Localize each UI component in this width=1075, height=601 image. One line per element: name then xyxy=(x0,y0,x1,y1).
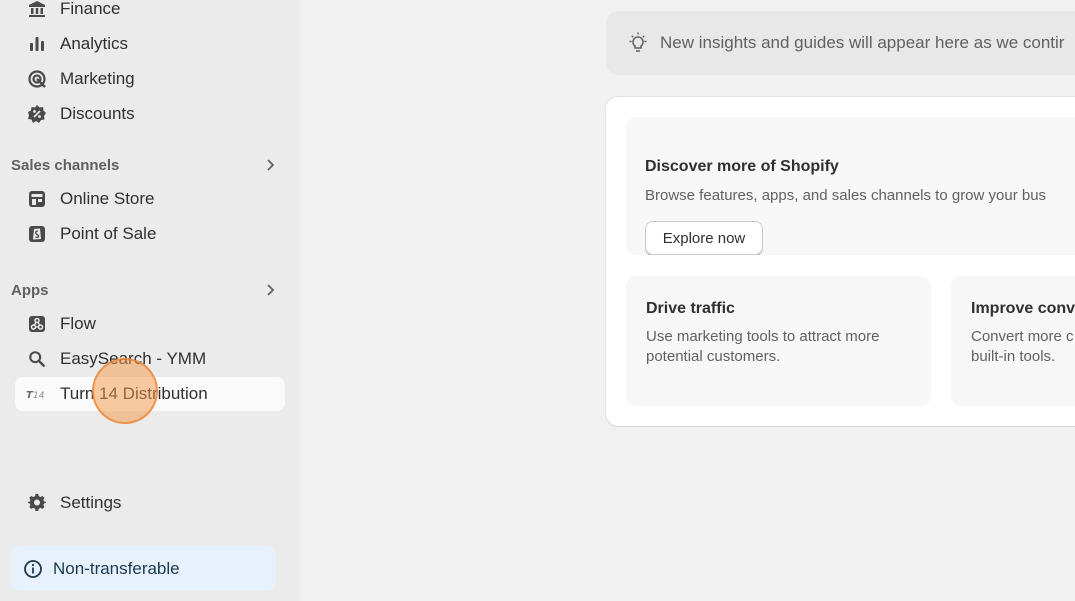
turn14-logo-icon: T 14 xyxy=(26,383,48,405)
sidebar-item-label: EasySearch - YMM xyxy=(60,349,207,368)
sidebar-item-settings[interactable]: Settings xyxy=(15,486,285,520)
discover-title: Discover more of Shopify xyxy=(645,158,839,175)
insights-banner: New insights and guides will appear here… xyxy=(606,11,1075,75)
section-title: Apps xyxy=(11,281,49,299)
banner-label: Non-transferable xyxy=(53,558,180,578)
sales-channels-header[interactable]: Sales channels xyxy=(11,153,283,177)
discover-promo: Discover more of Shopify Browse features… xyxy=(626,117,1075,255)
target-icon xyxy=(26,68,48,90)
search-icon xyxy=(26,348,48,370)
chevron-right-icon[interactable] xyxy=(263,158,277,172)
svg-text:14: 14 xyxy=(33,391,45,401)
info-icon xyxy=(23,559,43,579)
sidebar-item-label: Finance xyxy=(60,0,121,18)
sidebar-item-label: Marketing xyxy=(60,69,135,88)
tile-title: Drive traffic xyxy=(646,300,735,317)
sidebar-item-finance[interactable]: Finance xyxy=(15,0,285,26)
tile-description: Convert more c built-in tools. xyxy=(971,328,1074,365)
tile-title: Improve conv xyxy=(971,300,1075,317)
sidebar-item-discounts[interactable]: Discounts xyxy=(15,97,285,131)
discover-card: Discover more of Shopify Browse features… xyxy=(606,97,1075,426)
sidebar-item-label: Point of Sale xyxy=(60,224,157,243)
sidebar-item-label: Discounts xyxy=(60,104,135,123)
explore-now-button[interactable]: Explore now xyxy=(645,221,763,255)
bank-icon xyxy=(26,0,48,20)
non-transferable-banner[interactable]: Non-transferable xyxy=(10,546,276,591)
store-icon xyxy=(26,188,48,210)
sidebar-item-label: Flow xyxy=(60,314,96,333)
sidebar-item-label: Turn 14 Distribution xyxy=(60,384,208,403)
insights-text: New insights and guides will appear here… xyxy=(660,33,1065,52)
sidebar-item-easysearch[interactable]: EasySearch - YMM xyxy=(15,342,285,376)
discover-description: Browse features, apps, and sales channel… xyxy=(645,187,1047,204)
chevron-right-icon[interactable] xyxy=(263,283,277,297)
sidebar: Finance Analytics Marketing Discounts Sa… xyxy=(0,0,300,601)
tile-description: Use marketing tools to attract more pote… xyxy=(646,328,880,365)
sidebar-item-analytics[interactable]: Analytics xyxy=(15,27,285,61)
drive-traffic-tile[interactable]: Drive traffic Use marketing tools to att… xyxy=(626,276,931,406)
sidebar-item-label: Analytics xyxy=(60,34,129,53)
section-title: Sales channels xyxy=(11,156,120,174)
sidebar-item-point-of-sale[interactable]: Point of Sale xyxy=(15,217,285,251)
flow-icon xyxy=(26,313,48,335)
sidebar-item-label: Online Store xyxy=(60,189,155,208)
apps-header[interactable]: Apps xyxy=(11,278,283,302)
sidebar-item-turn14-distribution[interactable]: T 14 Turn 14 Distribution xyxy=(15,377,285,411)
sidebar-item-flow[interactable]: Flow xyxy=(15,307,285,341)
improve-conversion-tile[interactable]: Improve conv Convert more c built-in too… xyxy=(951,276,1075,406)
gear-icon xyxy=(26,492,48,514)
discount-icon xyxy=(26,103,48,125)
sidebar-item-marketing[interactable]: Marketing xyxy=(15,62,285,96)
lightbulb-icon xyxy=(626,31,650,55)
app-root: Finance Analytics Marketing Discounts Sa… xyxy=(0,0,1075,601)
bar-chart-icon xyxy=(26,33,48,55)
pos-icon xyxy=(26,223,48,245)
sidebar-item-online-store[interactable]: Online Store xyxy=(15,182,285,216)
sidebar-item-label: Settings xyxy=(60,493,122,512)
